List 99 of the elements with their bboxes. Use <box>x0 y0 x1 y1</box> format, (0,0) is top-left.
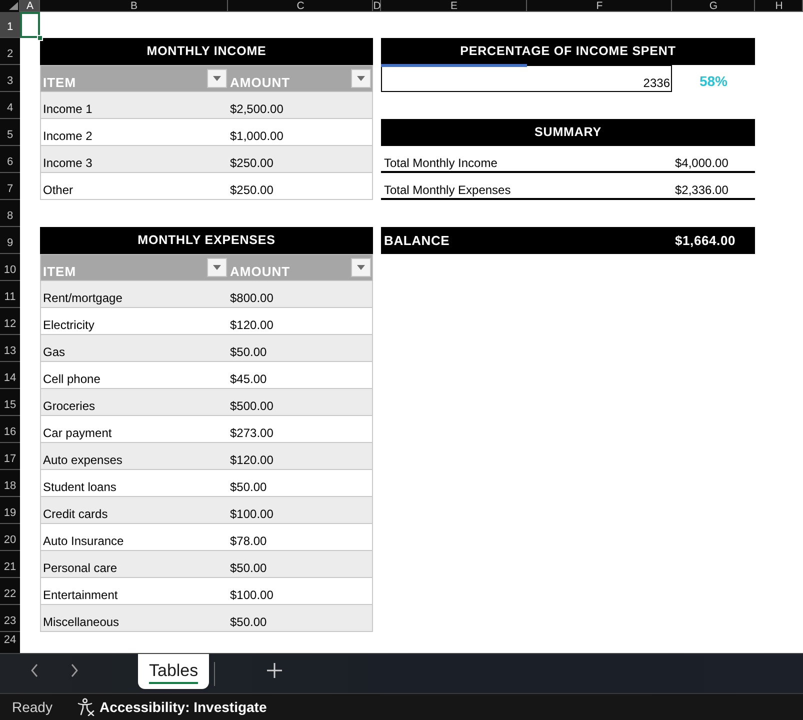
expense-item: Auto expenses <box>42 453 122 469</box>
expense-item: Gas <box>42 345 66 361</box>
column-header[interactable]: E <box>381 0 527 12</box>
table-heading: AMOUNT <box>230 264 290 280</box>
expense-item: Cell phone <box>42 372 100 388</box>
expense-item: Rent/mortgage <box>42 291 122 307</box>
row-header[interactable]: 5 <box>0 119 20 146</box>
column-header[interactable]: G <box>672 0 755 12</box>
row-header[interactable]: 24 <box>0 632 20 653</box>
expense-amount: $78.00 <box>229 534 267 550</box>
row-header[interactable]: 8 <box>0 200 20 227</box>
table-title: MONTHLY EXPENSES <box>40 227 373 254</box>
column-header[interactable]: D <box>373 0 381 12</box>
row-header[interactable]: 20 <box>0 524 20 551</box>
section-title: SUMMARY <box>381 119 755 146</box>
column-header[interactable]: H <box>755 0 803 12</box>
caret-icon <box>357 76 365 81</box>
row-header[interactable]: 6 <box>0 146 20 173</box>
table-heading: ITEM <box>43 264 76 280</box>
fill-handle[interactable] <box>37 35 43 41</box>
expense-item: Electricity <box>42 318 94 334</box>
spent-amount: 2336 <box>643 76 671 91</box>
column-header[interactable]: A <box>20 0 40 12</box>
accessibility-icon <box>77 698 96 716</box>
accessibility-button[interactable]: Accessibility: Investigate <box>77 698 267 716</box>
column-header[interactable]: C <box>228 0 373 12</box>
sheet-tab[interactable]: Tables <box>138 654 210 689</box>
row-header[interactable]: 1 <box>0 12 20 38</box>
expense-amount: $45.00 <box>229 372 267 388</box>
row-header[interactable]: 2 <box>0 38 20 65</box>
caret-icon <box>213 265 221 270</box>
expense-item: Miscellaneous <box>42 615 120 631</box>
row-header[interactable]: 19 <box>0 497 20 524</box>
expense-item: Credit cards <box>42 507 108 523</box>
column-header[interactable]: F <box>527 0 672 12</box>
row-header[interactable]: 4 <box>0 92 20 119</box>
percent-spent: 58% <box>699 73 728 89</box>
row-header[interactable]: 21 <box>0 551 20 578</box>
row-header[interactable]: 10 <box>0 254 20 281</box>
row-header[interactable]: 3 <box>0 65 20 92</box>
income-amount: $2,500.00 <box>229 102 284 118</box>
income-source: Income 3 <box>42 156 92 172</box>
chevron-right-icon <box>70 664 78 676</box>
expense-item: Auto Insurance <box>42 534 124 550</box>
expense-item: Student loans <box>42 480 116 496</box>
income-source: Income 2 <box>42 129 92 145</box>
expense-amount: $800.00 <box>229 291 274 307</box>
column-header[interactable]: B <box>40 0 228 12</box>
row-header[interactable]: 18 <box>0 470 20 497</box>
table-heading: ITEM <box>43 75 76 91</box>
chevron-left-icon <box>30 664 38 676</box>
income-source: Other <box>42 183 74 199</box>
corner-triangle-icon[interactable] <box>9 2 18 10</box>
expense-item: Car payment <box>42 426 112 442</box>
filter-button[interactable] <box>207 69 227 88</box>
balance-label: BALANCE <box>383 233 450 248</box>
expense-amount: $273.00 <box>229 426 274 442</box>
row-header[interactable]: 15 <box>0 389 20 416</box>
caret-icon <box>357 265 365 270</box>
expense-amount: $120.00 <box>229 318 274 334</box>
row-header[interactable]: 9 <box>0 227 20 254</box>
row-header[interactable]: 22 <box>0 578 20 605</box>
table-heading: AMOUNT <box>230 75 290 91</box>
row-header[interactable]: 17 <box>0 443 20 470</box>
expense-amount: $100.00 <box>229 588 274 604</box>
expense-amount: $50.00 <box>229 561 267 577</box>
expense-amount: $120.00 <box>229 453 274 469</box>
status-text: Ready <box>12 699 52 715</box>
section-title: PERCENTAGE OF INCOME SPENT <box>381 38 755 65</box>
table-title: MONTHLY INCOME <box>40 38 373 65</box>
plus-icon <box>266 662 282 678</box>
expense-amount: $100.00 <box>229 507 274 523</box>
expense-item: Entertainment <box>42 588 118 604</box>
balance-amount: $1,664.00 <box>674 233 736 248</box>
income-source: Income 1 <box>42 102 92 118</box>
summary-label: Total Monthly Expenses <box>383 183 511 198</box>
summary-value: $4,000.00 <box>674 156 728 171</box>
expense-amount: $50.00 <box>229 480 267 496</box>
summary-value: $2,336.00 <box>674 183 728 198</box>
summary-label: Total Monthly Income <box>383 156 498 171</box>
expense-item: Personal care <box>42 561 118 577</box>
row-header[interactable]: 11 <box>0 281 20 308</box>
row-header[interactable]: 16 <box>0 416 20 443</box>
income-amount: $1,000.00 <box>229 129 284 145</box>
expense-amount: $50.00 <box>229 345 267 361</box>
filter-button[interactable] <box>207 258 227 277</box>
income-amount: $250.00 <box>229 183 274 199</box>
expense-item: Groceries <box>42 399 96 415</box>
row-header[interactable]: 13 <box>0 335 20 362</box>
caret-icon <box>213 76 221 81</box>
income-amount: $250.00 <box>229 156 274 172</box>
row-header[interactable]: 7 <box>0 173 20 200</box>
expense-amount: $50.00 <box>229 615 267 631</box>
filter-button[interactable] <box>351 69 371 88</box>
filter-button[interactable] <box>351 258 371 277</box>
expense-amount: $500.00 <box>229 399 274 415</box>
row-header[interactable]: 12 <box>0 308 20 335</box>
row-header[interactable]: 14 <box>0 362 20 389</box>
row-header[interactable]: 23 <box>0 605 20 632</box>
